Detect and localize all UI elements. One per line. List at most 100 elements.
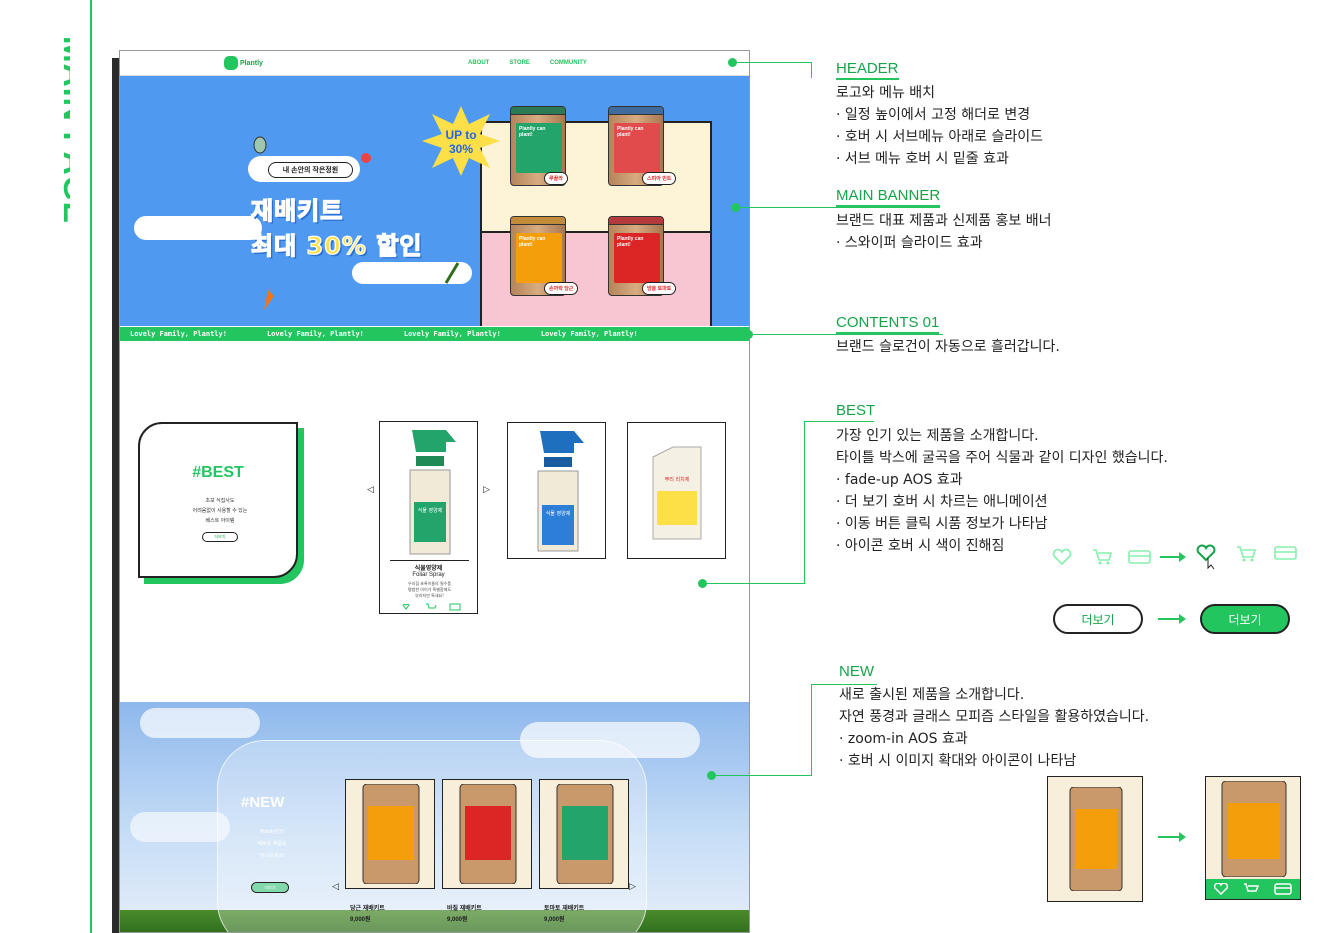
banner-headline-1: 재배키트: [250, 196, 344, 225]
banner-pill: 내 손안의 작은정원: [268, 162, 353, 178]
marquee-text: Lovely Family, Plantly!: [403, 330, 501, 338]
banner-headline-2: 최대 30% 할인: [250, 231, 423, 260]
new-desc: Plantly만의 새로운 제품을 만나보세요!: [257, 829, 287, 859]
can-image: [556, 784, 614, 884]
new-product-name: 토마토 재배키트: [544, 906, 585, 912]
connector-line: [804, 421, 874, 422]
connector-dot: [728, 58, 737, 67]
more-button-default[interactable]: 더보기: [1053, 604, 1143, 634]
cart-icon[interactable]: [1243, 883, 1259, 895]
svg-text:식물 영양제: 식물 영양제: [417, 507, 442, 514]
divider: [390, 560, 469, 561]
connector-dot: [707, 771, 716, 780]
carrot-icon: [264, 290, 274, 310]
cloud: [140, 708, 260, 738]
cart-icon: [1093, 549, 1112, 565]
nav-store[interactable]: STORE: [509, 60, 530, 66]
new-product-price: 9,000원: [544, 917, 565, 923]
nav-about[interactable]: ABOUT: [468, 60, 489, 66]
new-product-card[interactable]: [539, 779, 629, 889]
can-lid: [511, 107, 565, 115]
cloud: [134, 216, 262, 240]
arrow-icon: [1158, 614, 1186, 624]
connector-line: [753, 334, 943, 335]
logo[interactable]: Plantly: [224, 56, 263, 70]
annotation-text: 가장 인기 있는 제품을 소개합니다. 타이틀 박스에 굴곡을 주어 식물과 같이…: [836, 428, 1168, 554]
new-product-card[interactable]: [442, 779, 532, 889]
site-header: Plantly ABOUT STORE COMMUNITY: [120, 51, 749, 76]
nav-community[interactable]: COMMUNITY: [550, 60, 587, 66]
connector-dot: [731, 203, 740, 212]
site-mockup: Plantly ABOUT STORE COMMUNITY 내 손안의 작은정원…: [119, 50, 750, 933]
product-actions: [402, 603, 461, 611]
can-lid: [609, 107, 663, 115]
new-product-name: 바질 재배키트: [447, 906, 482, 912]
new-card-hover[interactable]: [1205, 776, 1301, 900]
new-more-button[interactable]: 더보기: [251, 882, 289, 893]
new-product-card[interactable]: [345, 779, 435, 889]
connector-line: [707, 583, 805, 584]
connector-dot: [698, 579, 707, 588]
best-desc: 초보 식집사도 어려움없이 사용할 수 있는 베스트 아이템: [192, 498, 248, 524]
best-product-card[interactable]: 식물 영양제: [507, 422, 606, 559]
prev-arrow-icon[interactable]: ◁: [332, 882, 339, 892]
can-image: [362, 784, 420, 884]
svg-text:30%: 30%: [449, 142, 473, 156]
new-section: #NEW Plantly만의 새로운 제품을 만나보세요! 더보기 ◁ ▷ 당근 재…: [120, 702, 749, 932]
svg-text:MAIN PAGE: MAIN PAGE: [57, 36, 70, 224]
fertilizer-pouch-image: 뿌리 리치체: [652, 446, 701, 540]
connector-line: [811, 62, 812, 78]
prev-arrow-icon[interactable]: ◁: [367, 485, 374, 495]
can-label: Plantly can plant!: [516, 233, 562, 283]
annotation-text: 브랜드 대표 제품과 신제품 홍보 배너 · 스와이퍼 슬라이드 효과: [836, 213, 1052, 251]
product-tag: 방울 토마토: [642, 282, 677, 295]
arrow-icon: [1158, 832, 1186, 842]
connector-line: [811, 684, 812, 776]
main-banner[interactable]: 내 손안의 작은정원 재배키트 최대 30% 할인 8월 4일 ~ 14일 단,…: [120, 76, 749, 326]
best-product-card[interactable]: 뿌리 리치체: [627, 422, 726, 559]
cart-icon: [1237, 546, 1256, 562]
annotation-text: 브랜드 슬로건이 자동으로 흘러갑니다.: [836, 339, 1060, 355]
can-label: Plantly can plant!: [516, 123, 562, 173]
heart-icon[interactable]: [1213, 883, 1228, 895]
new-card-default[interactable]: [1047, 776, 1143, 902]
tomato-icon: [361, 153, 371, 163]
connector-line: [716, 775, 812, 776]
more-button[interactable]: 더보기: [202, 532, 238, 542]
card-icon[interactable]: [1274, 883, 1293, 895]
new-title: #NEW: [241, 794, 285, 811]
product-tag: 손까락 당근: [544, 282, 579, 295]
herb-icon: [444, 262, 460, 284]
next-arrow-icon[interactable]: ▷: [629, 882, 636, 892]
connector-line: [737, 62, 812, 63]
annotation-title: BEST: [836, 402, 876, 419]
can-lid: [511, 217, 565, 225]
heart-hover-icon: [1196, 544, 1216, 570]
next-arrow-icon[interactable]: ▷: [483, 485, 490, 495]
main-nav: ABOUT STORE COMMUNITY: [468, 60, 587, 66]
connector-line: [804, 421, 805, 584]
banner-date: 8월 4일 ~ 14일 단, 10일 동안: [367, 265, 429, 271]
product-desc: 우리집 초록이들의 필수품 평범한 아이가 특별함에도 부러지만 특새요!: [407, 581, 452, 598]
marquee-text: Lovely Family, Plantly!: [130, 330, 227, 338]
svg-text:뿌리 리치체: 뿌리 리치체: [664, 476, 689, 483]
can-image: [1069, 787, 1123, 891]
annotation-title: NEW: [839, 663, 874, 680]
logo-text: Plantly: [240, 59, 263, 67]
heart-icon: [1052, 548, 1072, 566]
annotation-text: 새로 출시된 제품을 소개합니다. 자연 풍경과 글래스 모피즘 스타일을 활용하…: [839, 687, 1150, 769]
page-title: MAIN PAGE: [57, 36, 70, 224]
connector-dot: [744, 330, 753, 339]
card-icon: [1274, 546, 1297, 560]
more-button-hover[interactable]: 더보기: [1200, 604, 1290, 634]
can-label: Plantly can plant!: [614, 123, 660, 173]
hover-action-bar: [1206, 879, 1300, 899]
new-product-price: 9,000원: [447, 917, 468, 923]
spray-bottle-image: 식물 영양제: [409, 430, 456, 555]
marquee-text: Lovely Family, Plantly!: [266, 330, 364, 338]
can-image: [459, 784, 517, 884]
best-title-box: #BEST 초보 식집사도 어려움없이 사용할 수 있는 베스트 아이템 더보기: [138, 422, 298, 578]
slogan-marquee: Lovely Family, Plantly! Lovely Family, P…: [120, 327, 749, 341]
best-featured-card[interactable]: 식물 영양제 식물영양제 Foliar Spray 우리집 초록이들의 필수품 평…: [379, 421, 478, 614]
heart-icon: [402, 603, 410, 610]
